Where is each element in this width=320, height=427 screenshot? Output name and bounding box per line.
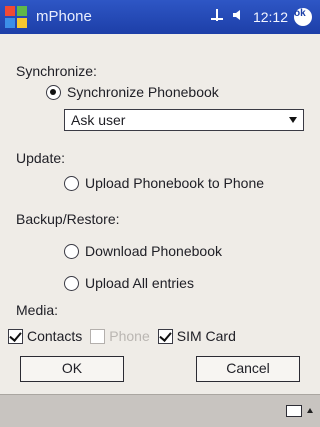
sync-phonebook-option[interactable]: Synchronize Phonebook xyxy=(46,84,219,100)
upload-all-label: Upload All entries xyxy=(85,275,194,291)
bottom-bar xyxy=(0,394,320,427)
phone-label: Phone xyxy=(109,328,150,344)
connectivity-icon xyxy=(209,7,225,28)
backup-restore-label: Backup/Restore: xyxy=(16,211,120,227)
device-screen: mPhone 12:12 ok Synchronize: Synchronize… xyxy=(0,0,320,427)
windows-start-icon[interactable] xyxy=(4,5,30,29)
app-title: mPhone xyxy=(36,8,92,25)
download-phonebook-radio[interactable] xyxy=(64,243,79,259)
sync-mode-value: Ask user xyxy=(71,112,126,128)
keyboard-icon[interactable] xyxy=(286,405,302,417)
phone-checkbox xyxy=(90,328,106,344)
sync-mode-dropdown[interactable]: Ask user xyxy=(64,109,304,131)
ok-icon[interactable]: ok xyxy=(294,8,312,26)
sync-phonebook-label: Synchronize Phonebook xyxy=(67,84,219,100)
upload-all-option[interactable]: Upload All entries xyxy=(64,275,194,291)
update-label: Update: xyxy=(16,150,66,166)
synchronize-label: Synchronize: xyxy=(16,63,97,79)
media-options: Contacts Phone SIM Card xyxy=(8,328,244,344)
download-phonebook-label: Download Phonebook xyxy=(85,243,222,259)
input-panel-caret-icon[interactable] xyxy=(307,408,313,413)
upload-phonebook-radio[interactable] xyxy=(64,175,79,191)
media-label: Media: xyxy=(16,302,59,318)
upload-phonebook-label: Upload Phonebook to Phone xyxy=(85,175,265,191)
upload-all-radio[interactable] xyxy=(64,275,79,291)
contacts-checkbox[interactable] xyxy=(8,328,23,344)
dropdown-arrow-icon xyxy=(289,117,297,123)
contacts-label: Contacts xyxy=(27,328,83,344)
status-icons: 12:12 ok xyxy=(209,7,312,27)
settings-content: Synchronize: Synchronize Phonebook Ask u… xyxy=(0,34,320,394)
sim-card-option[interactable]: SIM Card xyxy=(157,328,236,344)
phone-option: Phone xyxy=(90,328,150,344)
title-bar: mPhone 12:12 ok xyxy=(0,0,320,34)
ok-button[interactable]: OK xyxy=(20,356,124,382)
sim-card-checkbox[interactable] xyxy=(157,328,173,344)
cancel-button[interactable]: Cancel xyxy=(196,356,300,382)
clock[interactable]: 12:12 xyxy=(253,9,288,25)
upload-phonebook-option[interactable]: Upload Phonebook to Phone xyxy=(64,175,264,191)
sim-card-label: SIM Card xyxy=(176,328,236,344)
download-phonebook-option[interactable]: Download Phonebook xyxy=(64,243,222,259)
sync-phonebook-radio[interactable] xyxy=(46,84,61,100)
contacts-option[interactable]: Contacts xyxy=(8,328,82,344)
speaker-icon[interactable] xyxy=(231,7,247,28)
